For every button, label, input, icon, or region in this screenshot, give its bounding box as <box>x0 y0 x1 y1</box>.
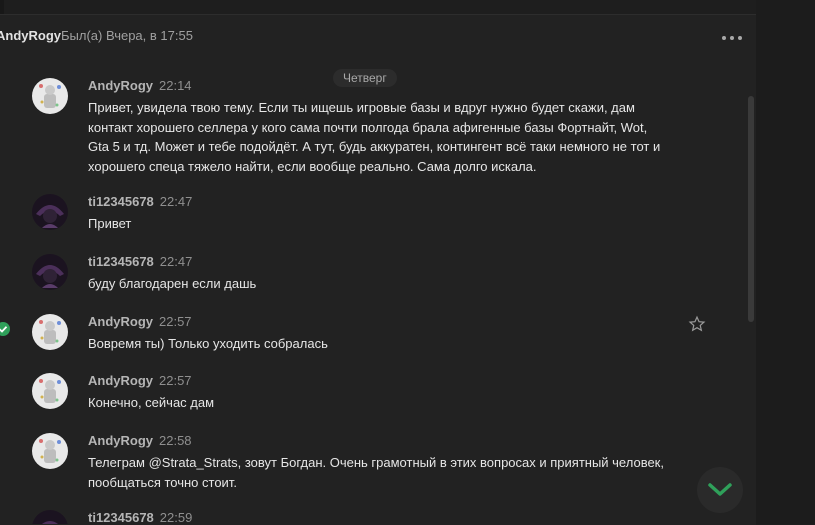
message-author[interactable]: AndyRogy 22:57 <box>88 314 192 329</box>
message-author[interactable]: ti12345678 22:59 <box>88 510 192 524</box>
message-author[interactable]: AndyRogy 22:57 <box>88 373 192 388</box>
message-author[interactable]: ti12345678 22:47 <box>88 194 192 209</box>
star-icon[interactable] <box>688 315 706 333</box>
message-text: Телеграм @Strata_Strats, зовут Богдан. О… <box>88 455 664 490</box>
message-text: буду благодарен если дашь <box>88 276 257 291</box>
contact-status: Был(а) Вчера, в 17:55 <box>61 28 193 43</box>
avatar[interactable] <box>32 314 68 350</box>
more-options-icon[interactable] <box>720 34 744 42</box>
chevron-down-icon <box>708 483 732 496</box>
message: ti12345678 22:59 <box>0 510 740 524</box>
message-author[interactable]: AndyRogy 22:58 <box>88 433 192 448</box>
chat-header: AndyRogy Был(а) Вчера, в 17:55 <box>0 14 756 58</box>
message-time: 22:58 <box>159 433 192 448</box>
message: AndyRogy 22:57 Конечно, сейчас дам <box>0 373 740 417</box>
message: AndyRogy 22:57 Вовремя ты) Только уходить… <box>0 314 740 358</box>
message: ti12345678 22:47 Привет <box>0 194 740 238</box>
message-time: 22:57 <box>159 314 192 329</box>
message-time: 22:59 <box>159 510 193 524</box>
message-time: 22:47 <box>159 254 193 269</box>
message-time: 22:14 <box>159 78 192 93</box>
avatar[interactable] <box>32 254 68 290</box>
message-author[interactable]: AndyRogy 22:14 <box>88 78 192 93</box>
avatar[interactable] <box>32 433 68 469</box>
message-time: 22:47 <box>159 194 193 209</box>
avatar[interactable] <box>32 194 68 230</box>
message-text: Привет <box>88 216 132 231</box>
scrollbar[interactable] <box>748 96 754 322</box>
message-text: Вовремя ты) Только уходить собралась <box>88 336 328 351</box>
message-text: Привет, увидела твою тему. Если ты ищешь… <box>88 100 661 174</box>
contact-name[interactable]: AndyRogy <box>0 28 61 43</box>
avatar[interactable] <box>32 373 68 409</box>
avatar[interactable] <box>32 510 68 524</box>
avatar[interactable] <box>32 78 68 114</box>
scroll-down-button[interactable] <box>697 467 743 513</box>
message: ti12345678 22:47 буду благодарен если даш… <box>0 254 740 298</box>
message-time: 22:57 <box>159 373 192 388</box>
message: AndyRogy 22:58 Телеграм @Strata_Strats, з… <box>0 433 740 493</box>
right-gutter <box>756 0 815 524</box>
message: AndyRogy 22:14 Привет, увидела твою тему.… <box>0 78 740 178</box>
message-author[interactable]: ti12345678 22:47 <box>88 254 192 269</box>
message-text: Конечно, сейчас дам <box>88 395 215 410</box>
